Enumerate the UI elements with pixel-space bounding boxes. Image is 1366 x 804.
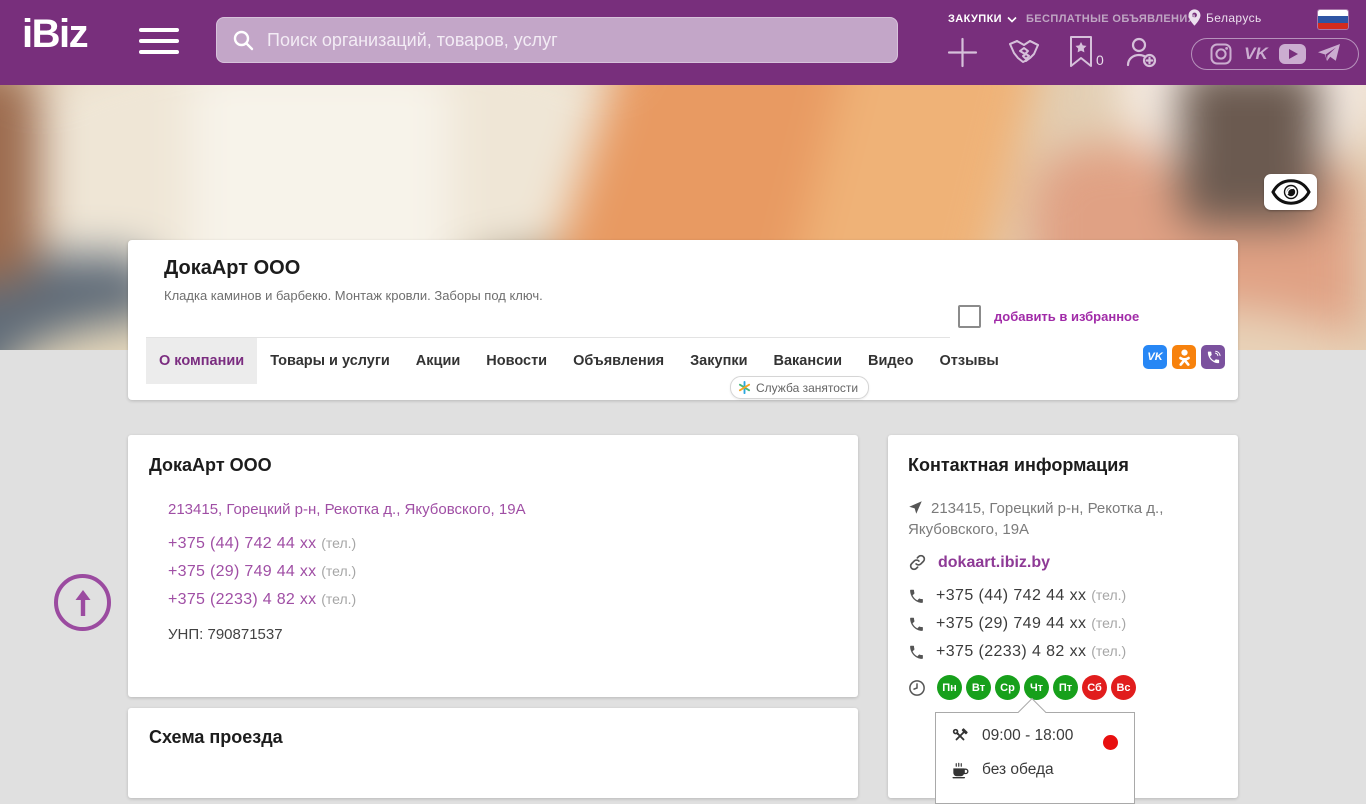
day-badge-sat[interactable]: Сб xyxy=(1082,675,1107,700)
ok-social-icon[interactable] xyxy=(1172,345,1196,369)
day-badge-thu[interactable]: Чт xyxy=(1024,675,1049,700)
ibiz-logo[interactable]: iBiz xyxy=(22,12,89,57)
company-address-link[interactable]: 213415, Горецкий р-н, Рекотка д., Якубов… xyxy=(168,501,526,518)
phone-link[interactable]: +375 (29) 749 44 xx (тел.) xyxy=(168,563,356,581)
website-row: dokaart.ibiz.by xyxy=(908,553,1050,572)
open-status-dot xyxy=(1103,735,1118,750)
info-card-title: ДокаАрт ООО xyxy=(149,455,272,475)
eye-icon xyxy=(1270,179,1311,205)
bookmark-icon[interactable] xyxy=(1068,35,1094,73)
day-badge-wed[interactable]: Ср xyxy=(995,675,1020,700)
company-description: Кладка каминов и барбекю. Монтаж кровли.… xyxy=(164,288,543,303)
map-card-title: Схема проезда xyxy=(149,727,283,747)
nav-free-ads[interactable]: БЕСПЛАТНЫЕ ОБЪЯВЛЕНИЯ xyxy=(1026,13,1196,25)
company-name: ДокаАрт ООО xyxy=(164,257,301,279)
phone-icon xyxy=(910,645,923,659)
chevron-down-icon xyxy=(1007,16,1017,23)
tab-promotions[interactable]: Акции xyxy=(403,338,473,384)
location-pin-icon xyxy=(1188,9,1201,26)
phone-type: (тел.) xyxy=(321,563,357,579)
contact-phone-row: +375 (44) 742 44 xx (тел.) xyxy=(908,587,1126,605)
working-hours: 09:00 - 18:00 xyxy=(982,727,1074,744)
contact-card-title: Контактная информация xyxy=(908,455,1129,475)
company-header-card: ДокаАрт ООО Кладка каминов и барбекю. Мо… xyxy=(128,240,1238,400)
header-social-links: VK xyxy=(1191,38,1359,70)
link-icon xyxy=(909,554,926,571)
company-info-card: ДокаАрт ООО 213415, Горецкий р-н, Рекотк… xyxy=(128,435,858,697)
tools-icon xyxy=(952,728,968,741)
search-bar[interactable] xyxy=(216,17,898,63)
handshake-icon[interactable] xyxy=(1006,38,1042,73)
day-badge-tue[interactable]: Вт xyxy=(966,675,991,700)
employment-service-icon xyxy=(738,381,751,394)
nav-zakupki[interactable]: ЗАКУПКИ xyxy=(948,13,1017,25)
contact-phone-row: +375 (2233) 4 82 xx (тел.) xyxy=(908,643,1126,661)
tab-about[interactable]: О компании xyxy=(146,338,258,384)
working-hours-row: 09:00 - 18:00 xyxy=(950,726,1073,746)
contact-phone[interactable]: +375 (44) 742 44 xx (тел.) xyxy=(936,587,1126,605)
bookmark-count[interactable]: 0 xyxy=(1096,52,1104,68)
menu-icon[interactable] xyxy=(139,28,179,56)
vk-icon[interactable]: VK xyxy=(1244,44,1268,64)
favorite-checkbox[interactable] xyxy=(958,305,981,328)
lunch-row: без обеда xyxy=(950,760,1054,780)
search-icon xyxy=(233,30,254,51)
arrow-up-icon xyxy=(75,589,90,616)
youtube-icon[interactable] xyxy=(1278,44,1306,64)
phone-icon xyxy=(910,617,923,631)
phone-type: (тел.) xyxy=(321,535,357,551)
tab-reviews[interactable]: Отзывы xyxy=(927,338,1012,384)
instagram-icon[interactable] xyxy=(1209,42,1233,66)
cup-icon xyxy=(952,762,969,779)
viber-social-icon[interactable] xyxy=(1201,345,1225,369)
phone-link[interactable]: +375 (44) 742 44 xx (тел.) xyxy=(168,535,356,553)
map-card: Схема проезда xyxy=(128,708,858,798)
header: iBiz ЗАКУПКИ БЕСПЛАТНЫЕ ОБЪЯВЛЕНИЯ Белар… xyxy=(0,0,1366,85)
user-add-icon[interactable] xyxy=(1124,36,1158,73)
phone-type: (тел.) xyxy=(321,591,357,607)
day-badge-sun[interactable]: Вс xyxy=(1111,675,1136,700)
scroll-top-button[interactable] xyxy=(54,574,111,631)
contact-phone[interactable]: +375 (29) 749 44 xx (тел.) xyxy=(936,615,1126,633)
region-selector[interactable]: Беларусь xyxy=(1188,9,1262,26)
tab-products[interactable]: Товары и услуги xyxy=(257,338,403,384)
schedule-row: Пн Вт Ср Чт Пт Сб Вс xyxy=(908,675,1136,700)
phone-link[interactable]: +375 (2233) 4 82 xx (тел.) xyxy=(168,591,356,609)
contact-address-row: 213415, Горецкий р-н, Рекотка д., Якубов… xyxy=(908,498,1204,541)
clock-icon xyxy=(909,679,925,696)
contact-phone-row: +375 (29) 749 44 xx (тел.) xyxy=(908,615,1126,633)
lunch-info: без обеда xyxy=(982,761,1054,778)
russia-flag-icon[interactable] xyxy=(1318,10,1348,29)
website-link[interactable]: dokaart.ibiz.by xyxy=(938,554,1050,572)
contact-phone[interactable]: +375 (2233) 4 82 xx (тел.) xyxy=(936,643,1126,661)
employment-service-label: Служба занятости xyxy=(756,380,859,395)
schedule-tooltip: 09:00 - 18:00 без обеда xyxy=(935,697,1135,804)
add-company-icon[interactable] xyxy=(947,37,978,73)
tab-video[interactable]: Видео xyxy=(855,338,927,384)
telegram-icon[interactable] xyxy=(1317,43,1341,65)
tab-news[interactable]: Новости xyxy=(473,338,560,384)
contact-address: 213415, Горецкий р-н, Рекотка д., Якубов… xyxy=(908,500,1164,539)
phone-icon xyxy=(910,589,923,603)
day-badge-fri[interactable]: Пт xyxy=(1053,675,1078,700)
views-eye-button[interactable] xyxy=(1264,174,1317,210)
working-days: Пн Вт Ср Чт Пт Сб Вс xyxy=(937,675,1136,700)
navigation-icon xyxy=(909,501,922,514)
company-social-links: VK xyxy=(1143,345,1225,369)
tooltip-arrow xyxy=(1017,697,1047,727)
vk-social-icon[interactable]: VK xyxy=(1143,345,1167,369)
company-unp: УНП: 790871537 xyxy=(168,626,283,643)
employment-service-badge[interactable]: Служба занятости xyxy=(730,376,870,399)
favorite-label: добавить в избранное xyxy=(994,309,1140,324)
tab-ads[interactable]: Объявления xyxy=(560,338,677,384)
day-badge-mon[interactable]: Пн xyxy=(937,675,962,700)
add-to-favorites[interactable]: добавить в избранное xyxy=(958,305,1139,328)
search-input[interactable] xyxy=(265,28,897,52)
contact-info-card: Контактная информация 213415, Горецкий р… xyxy=(888,435,1238,804)
